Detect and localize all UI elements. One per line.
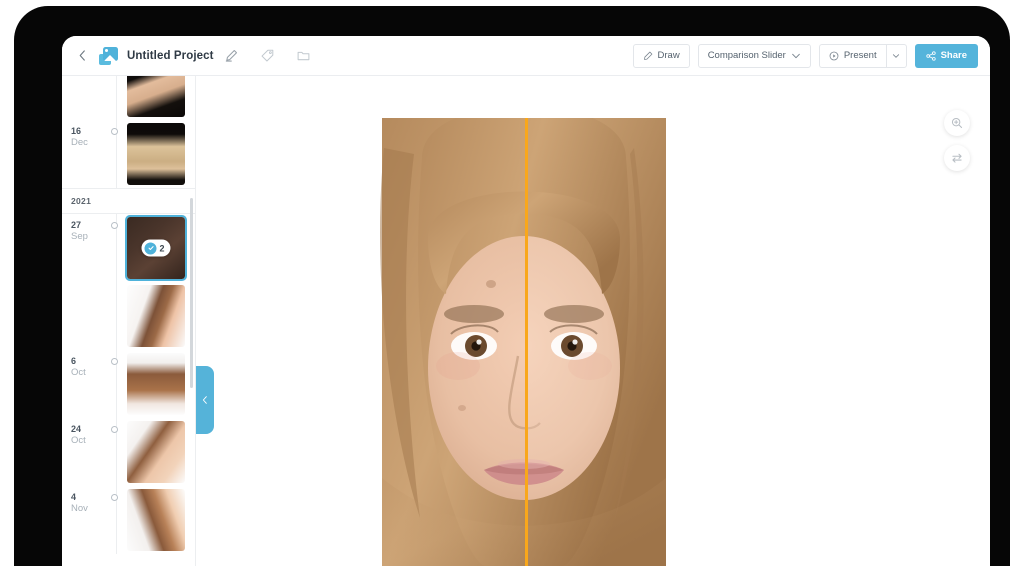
header-left-group: Untitled Project	[62, 46, 313, 65]
chevron-down-icon	[792, 53, 800, 58]
play-circle-icon	[829, 51, 839, 60]
timeline-list: 16 Dec 2021 27 Sep 2 6 Oct 24 Oct 4 Nov	[62, 76, 195, 554]
chevron-down-icon	[893, 53, 900, 58]
thumbnail-wrapper	[116, 282, 185, 350]
present-dropdown-caret[interactable]	[885, 43, 907, 68]
app-header: Untitled Project Draw Comparison Slider	[62, 36, 990, 76]
thumbnail-wrapper: 2	[116, 214, 187, 282]
entry-month: Dec	[71, 137, 88, 148]
timeline-entry[interactable]: 24 Oct	[62, 418, 195, 486]
zoom-in-tool[interactable]	[944, 110, 970, 136]
timeline-node-icon[interactable]	[111, 222, 118, 229]
app-body: 16 Dec 2021 27 Sep 2 6 Oct 24 Oct 4 Nov	[62, 76, 990, 566]
tag-icon[interactable]	[259, 47, 277, 65]
timeline-node-icon[interactable]	[111, 494, 118, 501]
page-title: Untitled Project	[127, 49, 214, 62]
device-screen: Untitled Project Draw Comparison Slider	[62, 36, 990, 566]
magnifier-plus-icon	[951, 117, 963, 129]
timeline-node-icon[interactable]	[111, 358, 118, 365]
present-label: Present	[843, 50, 877, 61]
entry-month: Oct	[71, 367, 86, 378]
pencil-icon[interactable]	[223, 47, 241, 65]
timeline-entry[interactable]: 16 Dec	[62, 120, 195, 188]
timeline-thumbnail[interactable]	[127, 285, 185, 347]
after-image	[525, 118, 686, 566]
draw-label: Draw	[657, 50, 680, 61]
year-label: 2021	[71, 196, 92, 206]
timeline-thumbnail[interactable]	[127, 76, 185, 117]
present-button-group: Present	[818, 43, 907, 68]
comparison-mode-label: Comparison Slider	[707, 50, 786, 61]
entry-day: 16	[71, 126, 82, 136]
entry-month: Oct	[71, 435, 86, 446]
pen-icon	[643, 51, 652, 60]
comparison-stage[interactable]	[362, 118, 686, 566]
share-button[interactable]: Share	[914, 43, 978, 68]
entry-date: 6 Oct	[62, 350, 116, 418]
entry-day: 27	[71, 220, 82, 230]
timeline-thumbnail[interactable]	[127, 353, 185, 415]
badge-count: 2	[159, 243, 165, 253]
entry-date	[62, 282, 116, 350]
share-label: Share	[940, 50, 967, 61]
header-toolbar: Draw Comparison Slider Present Share	[632, 43, 990, 68]
present-button[interactable]: Present	[818, 43, 886, 68]
thumbnail-badge: 2	[141, 239, 171, 257]
entry-date: 27 Sep	[62, 214, 116, 282]
folder-icon[interactable]	[295, 47, 313, 65]
sidebar-collapse-tab[interactable]	[196, 366, 214, 434]
timeline-thumbnail[interactable]	[127, 421, 185, 483]
timeline-year-divider: 2021	[62, 188, 195, 214]
timeline-entry[interactable]	[62, 282, 195, 350]
thumbnail-wrapper	[116, 350, 185, 418]
device-frame: Untitled Project Draw Comparison Slider	[14, 6, 1010, 566]
timeline-thumbnail[interactable]	[127, 123, 185, 185]
entry-date	[62, 76, 116, 120]
chevron-left-icon	[202, 396, 207, 404]
before-image	[362, 118, 525, 566]
draw-button[interactable]: Draw	[632, 43, 690, 68]
timeline-entry[interactable]	[62, 76, 195, 120]
comparison-slider-divider[interactable]	[525, 118, 528, 566]
entry-day: 4	[71, 492, 77, 502]
timeline-node-icon[interactable]	[111, 426, 118, 433]
flip-compare-tool[interactable]	[944, 145, 970, 171]
entry-month: Nov	[71, 503, 88, 514]
entry-date: 24 Oct	[62, 418, 116, 486]
comparison-canvas[interactable]	[196, 76, 990, 566]
thumbnail-wrapper	[116, 76, 185, 120]
share-nodes-icon	[925, 50, 936, 61]
timeline-thumbnail[interactable]	[127, 489, 185, 551]
check-circle-icon	[144, 242, 157, 254]
entry-day: 24	[71, 424, 82, 434]
timeline-entry[interactable]: 27 Sep 2	[62, 214, 195, 282]
entry-date: 16 Dec	[62, 120, 116, 188]
entry-month: Sep	[71, 231, 88, 242]
timeline-sidebar[interactable]: 16 Dec 2021 27 Sep 2 6 Oct 24 Oct 4 Nov	[62, 76, 196, 566]
swap-arrows-icon	[952, 153, 962, 163]
timeline-thumbnail[interactable]: 2	[125, 215, 187, 281]
chevron-left-icon[interactable]	[74, 48, 90, 64]
timeline-entry[interactable]: 6 Oct	[62, 350, 195, 418]
stacked-photos-icon	[99, 46, 118, 65]
thumbnail-wrapper	[116, 418, 185, 486]
comparison-mode-dropdown[interactable]: Comparison Slider	[697, 43, 811, 68]
thumbnail-wrapper	[116, 120, 185, 188]
sidebar-scrollbar[interactable]	[190, 198, 193, 388]
timeline-node-icon[interactable]	[111, 128, 118, 135]
entry-day: 6	[71, 356, 77, 366]
